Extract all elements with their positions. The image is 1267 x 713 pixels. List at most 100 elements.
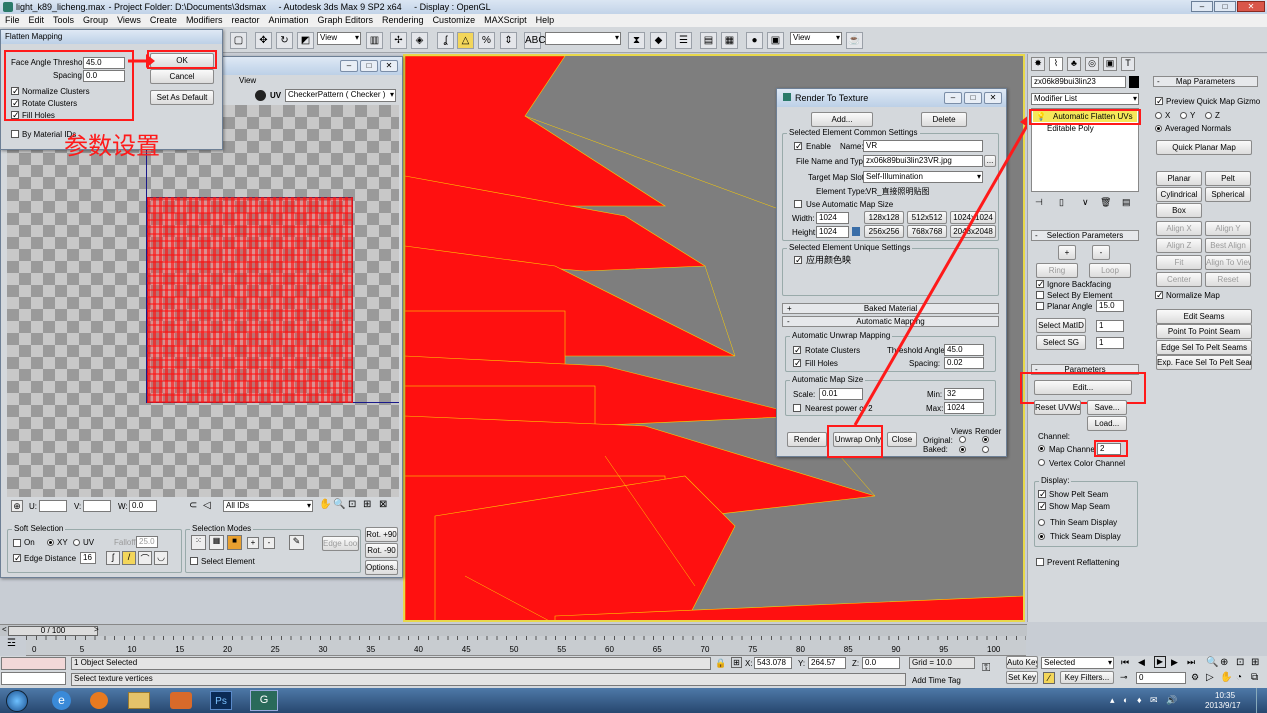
select-by-element-checkbox[interactable] bbox=[1036, 291, 1044, 299]
edge-loop-button[interactable]: Edge Loop bbox=[322, 536, 359, 551]
zoom-viewport-icon[interactable]: 🔍 bbox=[1206, 657, 1218, 668]
explorer-icon[interactable] bbox=[128, 692, 150, 709]
time-config-icon[interactable]: ⚙ bbox=[1191, 672, 1199, 683]
menu-help[interactable]: Help bbox=[536, 14, 555, 27]
quick-render-icon[interactable]: ☕ bbox=[846, 32, 863, 49]
time-slider-prev[interactable]: < bbox=[2, 625, 7, 634]
quick-planar-button[interactable]: Quick Planar Map bbox=[1156, 140, 1252, 155]
shrink-icon[interactable]: - bbox=[263, 537, 275, 549]
zoom-extents-icon[interactable]: ⊡ bbox=[1236, 657, 1244, 668]
zoom-region-icon[interactable]: ⊡ bbox=[348, 500, 356, 510]
prevent-reflattening-checkbox[interactable] bbox=[1036, 558, 1044, 566]
key-filters-button[interactable]: Key Filters... bbox=[1060, 671, 1114, 684]
edge-distance-checkbox[interactable]: ✓ bbox=[13, 554, 22, 563]
curve-editor-icon[interactable]: ▤ bbox=[700, 32, 717, 49]
flatten-ok-button[interactable]: OK bbox=[150, 53, 214, 68]
select-element-checkbox[interactable] bbox=[190, 557, 198, 565]
planar-button[interactable]: Planar bbox=[1156, 171, 1202, 186]
material-editor-icon[interactable]: ● bbox=[746, 32, 763, 49]
time-slider-thumb[interactable]: 0 / 100 bbox=[8, 626, 98, 636]
shrink-selection-button[interactable]: - bbox=[1092, 245, 1110, 260]
pivot-icon[interactable]: ▥ bbox=[366, 32, 383, 49]
face-mode-icon[interactable]: ■ bbox=[227, 535, 242, 550]
grow-selection-button[interactable]: + bbox=[1058, 245, 1076, 260]
lock-selection-icon[interactable]: 🔒 bbox=[715, 658, 726, 669]
pin-stack-icon[interactable]: ⊣ bbox=[1035, 197, 1043, 208]
maxscript-listener[interactable] bbox=[1, 657, 66, 670]
pan-view-icon[interactable]: ✋ bbox=[1220, 672, 1232, 683]
falloff-field[interactable]: 25.0 bbox=[136, 536, 158, 548]
cylindrical-button[interactable]: Cylindrical bbox=[1156, 187, 1202, 202]
render-scene-icon[interactable]: ▣ bbox=[767, 32, 784, 49]
edit-seams-button[interactable]: Edit Seams bbox=[1156, 309, 1252, 324]
minimize-icon[interactable]: – bbox=[1191, 1, 1213, 12]
menu-animation[interactable]: Animation bbox=[268, 14, 308, 27]
freeform-icon[interactable]: ⊕ bbox=[11, 500, 23, 512]
rotate-icon[interactable]: ↻ bbox=[276, 32, 293, 49]
x-radio[interactable] bbox=[1155, 112, 1162, 119]
reset-button[interactable]: Reset bbox=[1205, 272, 1251, 287]
falloff-smooth-icon[interactable]: ʃ bbox=[106, 551, 120, 565]
show-map-seam-checkbox[interactable]: ✓ bbox=[1038, 502, 1047, 511]
planar-angle-field[interactable]: 15.0 bbox=[1096, 300, 1124, 312]
spinner-snap-icon[interactable]: ⇕ bbox=[500, 32, 517, 49]
named-selection-icon[interactable]: ABC bbox=[524, 32, 546, 49]
camera-app-icon[interactable] bbox=[170, 692, 192, 709]
remove-modifier-icon[interactable]: 🗑 bbox=[1100, 197, 1111, 208]
rtt-height-field[interactable]: 1024 bbox=[816, 226, 849, 238]
texture-pattern-dropdown[interactable]: CheckerPattern ( Checker ) ▾ bbox=[285, 89, 396, 102]
thin-seam-radio[interactable] bbox=[1038, 519, 1045, 526]
soft-on-checkbox[interactable] bbox=[13, 539, 21, 547]
key-mode-toggle-icon[interactable]: ⊸ bbox=[1120, 672, 1128, 683]
map-channel-radio[interactable] bbox=[1038, 445, 1045, 452]
spherical-button[interactable]: Spherical bbox=[1205, 187, 1251, 202]
mirror-icon[interactable]: ⧗ bbox=[628, 32, 645, 49]
render-type-dropdown[interactable]: View ▾ bbox=[790, 32, 842, 45]
align-x-button[interactable]: Align X bbox=[1156, 221, 1202, 236]
xy-radio[interactable] bbox=[47, 539, 54, 546]
box-button[interactable]: Box bbox=[1156, 203, 1202, 218]
make-unique-icon[interactable]: ∨ bbox=[1082, 197, 1089, 208]
create-tab-icon[interactable]: ✸ bbox=[1031, 57, 1045, 71]
menu-customize[interactable]: Customize bbox=[433, 14, 476, 27]
align-y-button[interactable]: Align Y bbox=[1205, 221, 1251, 236]
edge-distance-field[interactable]: 16 bbox=[80, 552, 96, 564]
y-coord-field[interactable]: 264.57 bbox=[808, 657, 846, 669]
grid-icon[interactable]: ⊠ bbox=[379, 500, 387, 510]
align-to-view-button[interactable]: Align To View bbox=[1205, 255, 1251, 270]
photoshop-icon[interactable]: Ps bbox=[210, 691, 232, 710]
close-icon[interactable]: ✕ bbox=[380, 60, 398, 72]
menu-group[interactable]: Group bbox=[83, 14, 108, 27]
motion-tab-icon[interactable]: ◎ bbox=[1085, 57, 1099, 71]
rtt-fill-holes-checkbox[interactable]: ✓ bbox=[793, 359, 802, 368]
keyboard-shortcut-icon[interactable]: ◈ bbox=[411, 32, 428, 49]
falloff-linear-icon[interactable]: / bbox=[122, 551, 136, 565]
by-material-checkbox[interactable] bbox=[11, 130, 19, 138]
maximize-icon[interactable]: □ bbox=[1214, 1, 1236, 12]
reset-uvws-button[interactable]: Reset UVWs bbox=[1034, 400, 1081, 415]
key-icon[interactable]: ⚿ bbox=[982, 662, 990, 675]
vertex-color-radio[interactable] bbox=[1038, 459, 1045, 466]
selection-params-rollout[interactable]: - Selection Parameters bbox=[1031, 230, 1139, 241]
rotate-minus-90-button[interactable]: Rot. -90 bbox=[365, 543, 398, 558]
media-player-icon[interactable] bbox=[90, 692, 108, 709]
light-bulb-icon[interactable]: 💡 bbox=[1036, 111, 1046, 122]
x-coord-field[interactable]: 543.078 bbox=[754, 657, 792, 669]
vertex-mode-icon[interactable]: ⁙ bbox=[191, 535, 206, 550]
rtt-enable-checkbox[interactable]: ✓ bbox=[794, 142, 803, 151]
show-desktop-button[interactable] bbox=[1256, 688, 1267, 713]
loop-button[interactable]: Loop bbox=[1089, 263, 1131, 278]
go-to-start-icon[interactable]: ⏮ bbox=[1121, 657, 1129, 668]
averaged-normals-radio[interactable] bbox=[1155, 125, 1162, 132]
snap-toggle-icon[interactable]: ʆ bbox=[437, 32, 454, 49]
menu-graph-editors[interactable]: Graph Editors bbox=[318, 14, 374, 27]
z-coord-field[interactable]: 0.0 bbox=[862, 657, 900, 669]
menu-maxscript[interactable]: MAXScript bbox=[484, 14, 527, 27]
color-map-checkbox[interactable]: ✓ bbox=[794, 256, 803, 265]
time-slider[interactable]: < 0 / 100 > bbox=[0, 624, 1027, 636]
face-angle-field[interactable]: 45.0 bbox=[83, 57, 125, 69]
y-radio[interactable] bbox=[1180, 112, 1187, 119]
set-as-default-button[interactable]: Set As Default bbox=[150, 90, 214, 105]
play-icon[interactable]: ▶ bbox=[1154, 656, 1166, 668]
minimize-icon[interactable]: – bbox=[340, 60, 358, 72]
